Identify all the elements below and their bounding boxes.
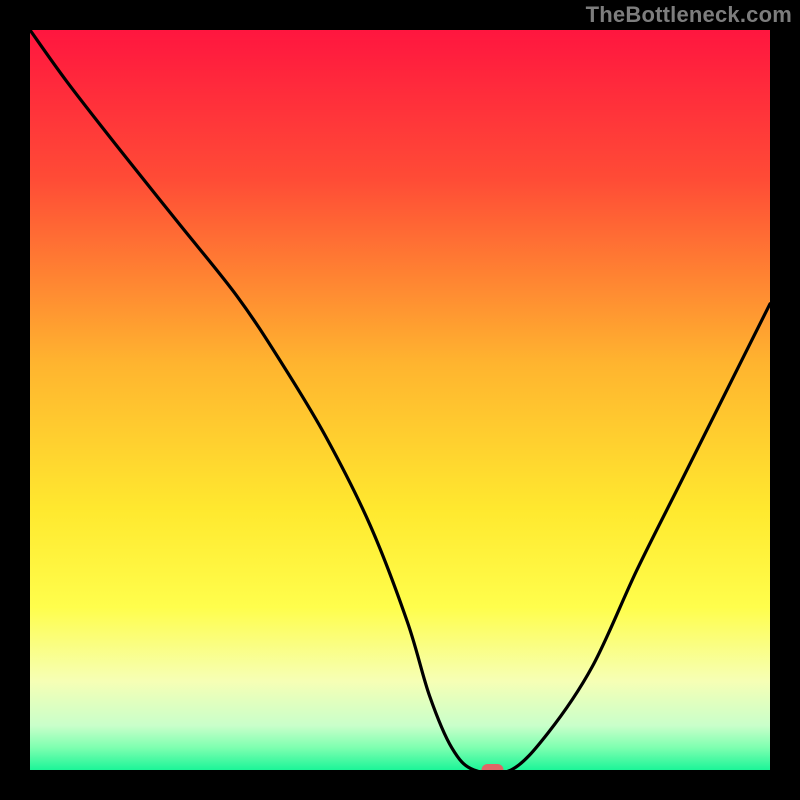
bottleneck-chart — [30, 30, 770, 770]
attribution-label: TheBottleneck.com — [586, 2, 792, 28]
chart-background — [30, 30, 770, 770]
chart-frame: TheBottleneck.com — [0, 0, 800, 800]
optimal-point-marker — [482, 764, 504, 770]
